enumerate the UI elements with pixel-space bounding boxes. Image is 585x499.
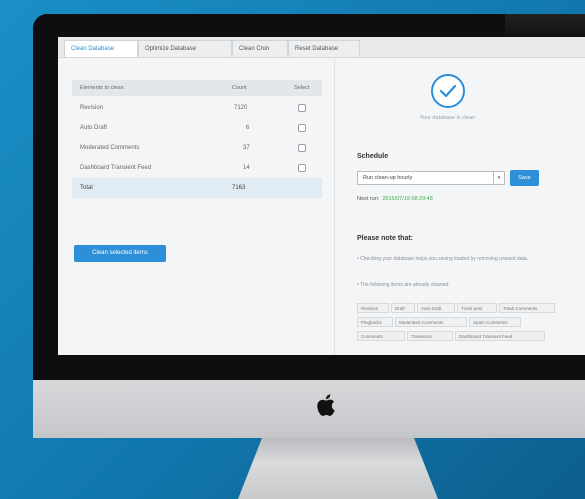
checkmark-icon	[431, 74, 465, 108]
cleaned-chip: Draft	[391, 303, 415, 313]
row-name: Revision	[80, 105, 104, 111]
chevron-down-icon: ▾	[493, 172, 504, 184]
header-elements: Elements to clean	[80, 85, 124, 91]
cleaned-chip: Pingbacks	[357, 317, 393, 327]
cleaned-chip: Moderated Comments	[395, 317, 467, 327]
table-row: Auto Draft 6	[72, 118, 322, 138]
cleaned-chip: Trash Comments	[499, 303, 555, 313]
table-row: Moderated Comments 37	[72, 138, 322, 158]
cleaned-chip: Dashboard Transient Feed	[455, 331, 545, 341]
tab-bar: Clean Database Optimize Database Clean C…	[58, 37, 585, 58]
row-name: Moderated Comments	[80, 145, 140, 151]
table-row: Dashboard Transient Feed 14	[72, 158, 322, 178]
apple-logo-icon	[316, 392, 338, 418]
schedule-selected-value: Run clean-up hourly	[363, 175, 413, 181]
note-bullet-text: Checking your database helps you saving …	[360, 256, 529, 262]
app-window: Clean Database Optimize Database Clean C…	[58, 37, 585, 355]
cleaned-chip: Transients	[407, 331, 453, 341]
row-name: Auto Draft	[80, 125, 108, 131]
row-checkbox[interactable]	[298, 104, 306, 112]
schedule-select[interactable]: Run clean-up hourly ▾	[357, 171, 505, 185]
table-row: Revision 7120	[72, 98, 322, 118]
row-checkbox[interactable]	[298, 164, 306, 172]
schedule-title: Schedule	[357, 153, 389, 160]
row-count: 37	[243, 145, 250, 151]
row-count: 14	[243, 165, 250, 171]
clean-selected-button[interactable]: Clean selected items	[74, 245, 166, 262]
row-name: Dashboard Transient Feed	[80, 165, 152, 171]
next-run-label: Next run:	[357, 196, 380, 202]
note-bullet-text: The following items are already cleaned:	[360, 282, 450, 288]
note-bullet: • Checking your database helps you savin…	[357, 256, 529, 262]
tab-clean-cron[interactable]: Clean Cron	[232, 40, 288, 57]
total-value: 7163	[232, 185, 246, 191]
note-title: Please note that:	[357, 235, 414, 242]
cleaned-chip: Revision	[357, 303, 389, 313]
cleaned-chip: Comments	[357, 331, 405, 341]
cleaned-chip: Trash post	[457, 303, 497, 313]
cleaned-chip: Auto Draft	[417, 303, 455, 313]
tab-optimize-database[interactable]: Optimize Database	[138, 40, 232, 57]
row-count: 6	[246, 125, 250, 131]
row-checkbox[interactable]	[298, 124, 306, 132]
monitor-chin	[33, 380, 585, 438]
header-select: Select	[294, 85, 310, 91]
monitor-stand	[238, 438, 438, 499]
database-status: Your database is clean	[419, 115, 476, 121]
next-run-value: 2015/07/19 08:29:48	[382, 196, 433, 202]
status-panel: Your database is clean Schedule Run clea…	[334, 57, 585, 355]
tab-reset-database[interactable]: Reset Database	[288, 40, 360, 57]
total-row: Total 7163	[72, 178, 322, 198]
row-checkbox[interactable]	[298, 144, 306, 152]
cleaned-items-list: Revision Draft Auto Draft Trash post Tra…	[357, 303, 579, 353]
save-button[interactable]: Save	[510, 170, 539, 186]
note-bullet: • The following items are already cleane…	[357, 282, 450, 288]
header-count: Count	[232, 85, 247, 91]
next-run: Next run: 2015/07/19 08:29:48	[357, 196, 433, 202]
tab-clean-database[interactable]: Clean Database	[64, 40, 138, 57]
cleaned-chip: Spam Comments	[469, 317, 521, 327]
total-label: Total	[80, 185, 93, 191]
clean-panel: Elements to clean Count Select Revision …	[72, 74, 322, 344]
table-header: Elements to clean Count Select	[72, 80, 322, 96]
row-count: 7120	[234, 105, 248, 111]
